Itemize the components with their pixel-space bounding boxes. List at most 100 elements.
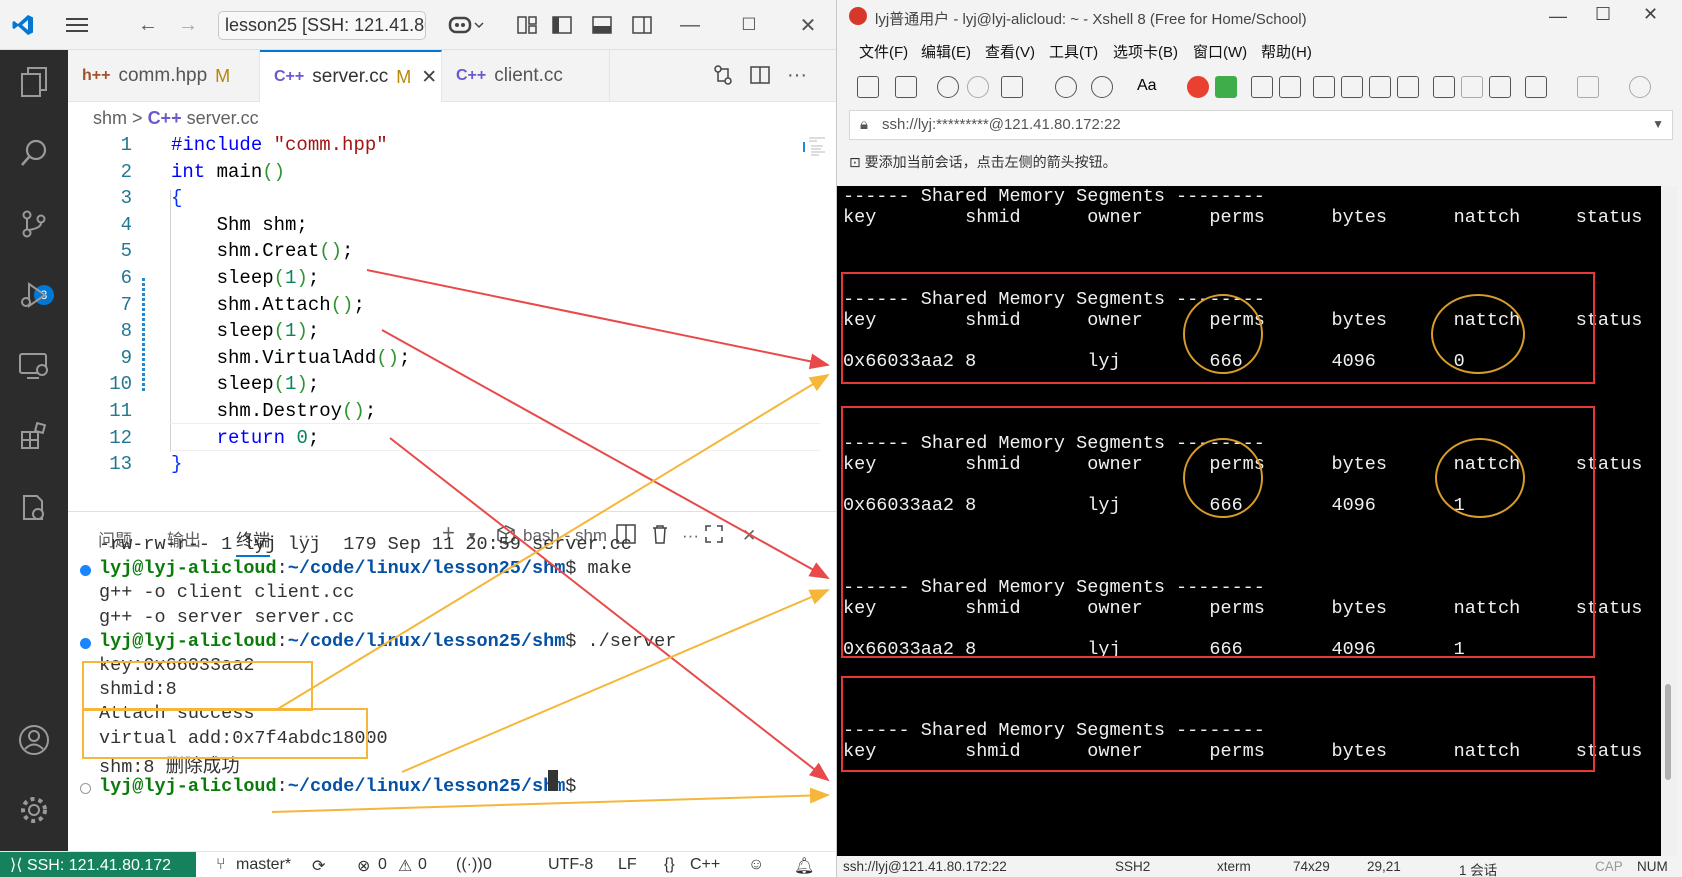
xftp-icon[interactable] (1187, 76, 1209, 98)
xagent-icon[interactable] (1215, 76, 1237, 98)
toggle-panel-icon[interactable] (587, 10, 617, 40)
branch-name[interactable]: master* (236, 856, 291, 874)
run-debug-icon[interactable] (14, 275, 54, 315)
tab-label: server.cc (312, 66, 389, 87)
line-number: 1 (120, 134, 132, 156)
menu-tools[interactable]: 工具(T) (1049, 41, 1098, 62)
new-session-icon[interactable] (857, 76, 879, 98)
globe-icon[interactable] (1091, 76, 1113, 98)
tab-label: comm.hpp (118, 65, 208, 86)
keyboard-icon[interactable] (1313, 76, 1335, 98)
explorer-icon[interactable] (14, 62, 54, 102)
address-bar[interactable]: 🔒︎ ssh://lyj:*********@121.41.80.172:22 ▼ (849, 110, 1673, 140)
disconnect-icon[interactable] (967, 76, 989, 98)
add-session-arrow-icon[interactable]: ⊡ (849, 154, 861, 170)
menu-window[interactable]: 窗口(W) (1193, 41, 1247, 62)
toggle-sidebar-icon[interactable] (547, 10, 577, 40)
layout-customize-icon[interactable] (512, 10, 542, 40)
command-status-dot[interactable] (80, 565, 91, 577)
toggle-secondary-sidebar-icon[interactable] (627, 10, 657, 40)
remote-explorer-icon[interactable] (14, 346, 54, 386)
desktop: ← → lesson25 [SSH: 121.41.80.172] — ☐ ✕ … (0, 0, 1682, 877)
minimap[interactable] (803, 136, 835, 158)
split-editor-icon[interactable] (745, 60, 775, 90)
terminal[interactable]: -rw-rw-r-- 1 lyj lyj 179 Sep 11 20:59 se… (68, 534, 836, 851)
sync-icon[interactable]: ⟳ (312, 856, 325, 876)
settings-gear-icon[interactable] (14, 790, 54, 830)
session-url: ssh://lyj@121.41.80.172:22 (843, 859, 1007, 874)
close-window-icon[interactable]: ✕ (1643, 4, 1658, 25)
tab-comm-hpp[interactable]: h++ comm.hpp M (68, 50, 260, 102)
command-status-dot[interactable] (80, 783, 91, 794)
connect-icon[interactable] (937, 76, 959, 98)
reconnect-icon[interactable] (1001, 76, 1023, 98)
log-icon[interactable] (1433, 76, 1455, 98)
breadcrumb-file[interactable]: server.cc (187, 108, 259, 128)
num-lock-indicator: NUM (1637, 859, 1668, 874)
ports-count[interactable]: 0 (483, 856, 492, 874)
tab-client-cc[interactable]: C++ client.cc (442, 50, 610, 102)
minimize-icon[interactable]: — (675, 10, 705, 40)
fullscreen-icon[interactable] (1251, 76, 1273, 98)
print-icon[interactable] (1461, 76, 1483, 98)
search-icon[interactable] (14, 133, 54, 173)
maximize-icon[interactable]: ☐ (1595, 4, 1611, 25)
close-window-icon[interactable]: ✕ (793, 10, 823, 40)
chevron-down-icon[interactable]: ▼ (1652, 117, 1664, 131)
menu-edit[interactable]: 编辑(E) (921, 41, 971, 62)
command-status-dot[interactable] (80, 637, 91, 649)
terminal-line: lyj@lyj-alicloud:~/code/linux/lesson25/s… (99, 776, 588, 797)
close-panel-icon[interactable]: ✕ (742, 526, 756, 546)
help-icon[interactable] (1629, 76, 1651, 98)
compare-changes-icon[interactable] (708, 60, 738, 90)
notifications-bell-icon[interactable]: 🔔︎ (794, 856, 814, 876)
menu-view[interactable]: 查看(V) (985, 41, 1035, 62)
forward-arrow-icon[interactable]: → (173, 10, 203, 40)
line-ending[interactable]: LF (618, 856, 637, 874)
source-control-icon[interactable] (14, 204, 54, 244)
notes-icon[interactable] (1489, 76, 1511, 98)
extensions-icon[interactable] (14, 417, 54, 457)
terminal-scrollbar[interactable] (1661, 186, 1677, 856)
transfer-icon[interactable] (1369, 76, 1391, 98)
menu-icon[interactable] (62, 10, 92, 40)
find-icon[interactable] (1055, 76, 1077, 98)
open-folder-icon[interactable] (895, 76, 917, 98)
panel-more-icon[interactable]: ··· (682, 526, 699, 546)
terminal-screen[interactable]: ------ Shared Memory Segments -------- ke… (837, 186, 1677, 856)
menu-file[interactable]: 文件(F) (859, 41, 908, 62)
account-icon[interactable] (14, 720, 54, 760)
code-editor[interactable]: 1 #include "comm.hpp" 2 int main() 3 {4 Shm s… (68, 132, 836, 510)
trash-icon[interactable] (650, 524, 670, 549)
copilot-status-icon[interactable]: ☺ (748, 856, 764, 874)
minimize-icon[interactable]: — (1549, 6, 1567, 27)
error-count[interactable]: 0 (378, 856, 387, 874)
menu-help[interactable]: 帮助(H) (1261, 41, 1312, 62)
maximize-panel-icon[interactable] (704, 524, 724, 549)
menu-tabs[interactable]: 选项卡(B) (1113, 41, 1178, 62)
maximize-icon[interactable]: ☐ (734, 10, 764, 40)
remote-indicator[interactable]: ⟩⟨ SSH: 121.41.80.172 (0, 852, 196, 877)
warning-count[interactable]: 0 (418, 856, 427, 874)
new-tab-icon[interactable] (1525, 76, 1547, 98)
back-arrow-icon[interactable]: ← (133, 10, 163, 40)
code-line: { (171, 187, 183, 210)
close-tab-icon[interactable]: ✕ (421, 66, 437, 89)
session-count[interactable]: 1 会话 (1459, 859, 1497, 877)
caps-lock-indicator: CAP (1595, 859, 1623, 874)
tab-server-cc[interactable]: C++ server.cc M ✕ (260, 50, 442, 102)
remote-settings-icon[interactable] (14, 488, 54, 528)
lock-icon[interactable] (1279, 76, 1301, 98)
font-button[interactable]: Aa (1137, 77, 1157, 95)
terminal-line: lyj@lyj-alicloud:~/code/linux/lesson25/s… (99, 630, 677, 652)
language-mode[interactable]: C++ (690, 856, 720, 874)
compose-icon[interactable] (1341, 76, 1363, 98)
copilot-icon[interactable] (444, 10, 488, 40)
encoding[interactable]: UTF-8 (548, 856, 593, 874)
command-center-search[interactable]: lesson25 [SSH: 121.41.80.172] (218, 11, 426, 40)
script-icon[interactable] (1397, 76, 1419, 98)
more-actions-icon[interactable]: ··· (782, 60, 812, 90)
scrollbar-thumb[interactable] (1665, 684, 1671, 780)
layout-icon[interactable] (1577, 76, 1599, 98)
breadcrumb-folder[interactable]: shm (93, 108, 127, 128)
